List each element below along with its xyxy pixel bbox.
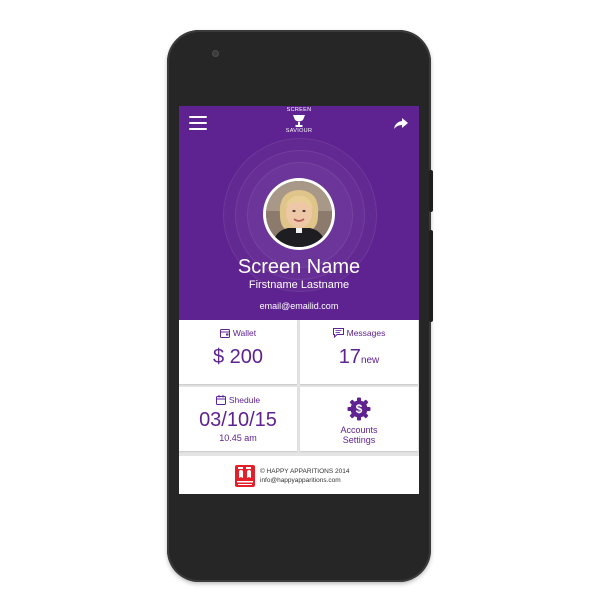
front-camera: [212, 50, 219, 57]
message-icon: [332, 328, 344, 338]
dollar-gear-icon: $: [347, 397, 371, 421]
footer-email[interactable]: info@happyapparitions.com: [260, 476, 349, 485]
share-arrow-icon[interactable]: [393, 115, 409, 131]
accounts-settings-tile[interactable]: $ Accounts Settings: [300, 387, 418, 451]
messages-tile[interactable]: Messages 17new: [300, 320, 418, 384]
volume-button: [429, 230, 433, 322]
phone-frame: SCREEN SAVIOUR Screen Name Firstname Las…: [167, 30, 433, 582]
footer: © HAPPY APPARITIONS 2014 info@happyappar…: [179, 456, 419, 494]
stage: SCREEN SAVIOUR Screen Name Firstname Las…: [0, 0, 600, 600]
happy-apparitions-logo-icon: [235, 465, 255, 487]
schedule-header: Shedule: [179, 395, 297, 405]
accounts-label-line2: Settings: [342, 435, 376, 445]
profile-header: SCREEN SAVIOUR Screen Name Firstname Las…: [179, 106, 419, 320]
footer-text: © HAPPY APPARITIONS 2014 info@happyappar…: [260, 467, 349, 485]
accounts-icon-wrap: $: [300, 397, 418, 421]
logo-top-text: SCREEN: [286, 107, 312, 113]
schedule-time: 10.45 am: [219, 433, 257, 443]
wallet-icon: [219, 328, 230, 338]
avatar[interactable]: [263, 178, 335, 250]
chalice-icon: [293, 115, 305, 127]
hamburger-menu-icon[interactable]: [189, 116, 207, 130]
logo-bottom-text: SAVIOUR: [285, 128, 313, 134]
wallet-label: Wallet: [232, 328, 257, 338]
svg-text:$: $: [356, 402, 363, 416]
messages-new-suffix: new: [360, 355, 380, 366]
app-screen: SCREEN SAVIOUR Screen Name Firstname Las…: [179, 106, 419, 494]
messages-count-line: 17new: [300, 346, 418, 372]
full-name: Firstname Lastname: [248, 279, 350, 291]
wallet-tile[interactable]: Wallet $ 200: [179, 320, 297, 384]
messages-header: Messages: [300, 328, 418, 338]
wallet-balance: $ 200: [212, 346, 264, 368]
avatar-photo: [266, 181, 332, 247]
dashboard-grid: Wallet $ 200 Messages 17new Shedule 03/1…: [179, 320, 419, 456]
wallet-header: Wallet: [179, 328, 297, 338]
messages-count: 17: [338, 346, 361, 368]
calendar-icon: [215, 395, 226, 405]
schedule-tile[interactable]: Shedule 03/10/15 10.45 am: [179, 387, 297, 451]
app-logo: SCREEN SAVIOUR: [275, 107, 323, 147]
footer-copyright: © HAPPY APPARITIONS 2014: [260, 468, 350, 475]
screen-name: Screen Name: [237, 256, 361, 278]
schedule-label: Shedule: [228, 395, 261, 405]
power-button: [429, 170, 433, 212]
messages-label: Messages: [346, 328, 386, 338]
schedule-date: 03/10/15: [199, 409, 277, 431]
email-address: email@emailid.com: [259, 301, 339, 311]
